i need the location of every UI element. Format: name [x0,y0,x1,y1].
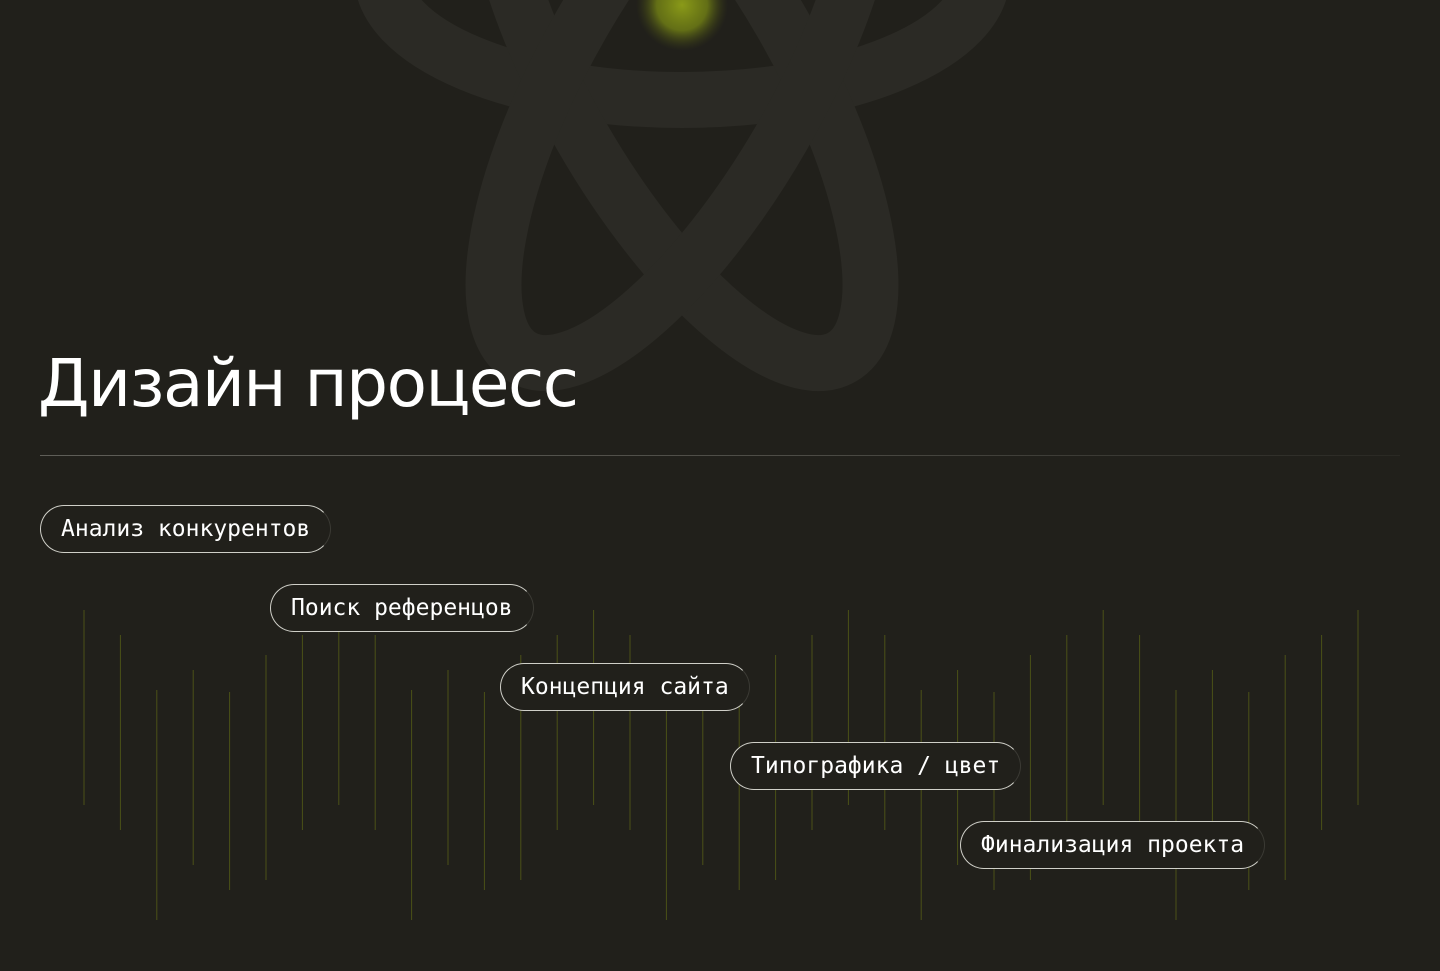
design-process-page: Дизайн процесс Анализ конкурентов Поиск … [0,0,1440,971]
step-pill-project-finalization: Финализация проекта [960,821,1266,869]
step-pill-typography-color: Типографика / цвет [730,742,1022,790]
process-steps: Анализ конкурентов Поиск референцов Конц… [0,0,1440,971]
step-pill-site-concept: Концепция сайта [500,663,750,711]
step-pill-reference-search: Поиск референцов [270,584,534,632]
step-pill-competitor-analysis: Анализ конкурентов [40,505,332,553]
